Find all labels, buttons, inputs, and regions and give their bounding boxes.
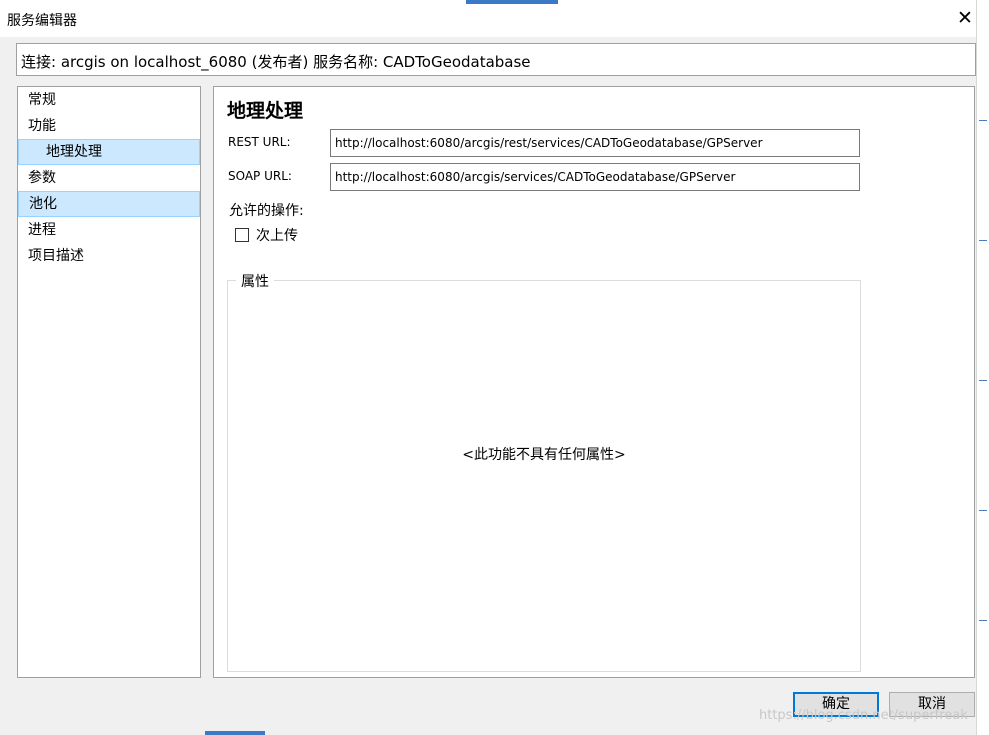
soap-url-label: SOAP URL: — [228, 169, 292, 183]
window-title: 服务编辑器 — [7, 13, 77, 29]
upload-checkbox[interactable] — [235, 228, 249, 242]
nav-item-item-description[interactable]: 项目描述 — [18, 243, 200, 269]
rest-url-field[interactable] — [330, 129, 860, 157]
close-icon[interactable]: ✕ — [950, 6, 980, 32]
background-window-edge-bottom — [205, 731, 265, 735]
connection-text: 连接: arcgis on localhost_6080 (发布者) 服务名称:… — [21, 53, 531, 71]
soap-url-field[interactable] — [330, 163, 860, 191]
upload-checkbox-label: 次上传 — [256, 228, 298, 244]
content-panel: 地理处理 REST URL: SOAP URL: 允许的操作: 次上传 属性 <… — [213, 86, 975, 678]
watermark: https://blog.csdn.net/superfreak — [759, 708, 968, 723]
properties-group-title: 属性 — [236, 271, 274, 291]
nav-item-capabilities[interactable]: 功能 — [18, 113, 200, 139]
nav-item-parameters[interactable]: 参数 — [18, 165, 200, 191]
properties-group: 属性 <此功能不具有任何属性> — [227, 271, 861, 672]
page-title: 地理处理 — [227, 100, 304, 122]
title-bar: 服务编辑器 ✕ — [0, 0, 976, 37]
properties-empty-message: <此功能不具有任何属性> — [462, 447, 626, 463]
settings-nav: 常规 功能 地理处理 参数 池化 进程 项目描述 — [17, 86, 201, 678]
allowed-operations-label: 允许的操作: — [229, 203, 304, 219]
nav-item-general[interactable]: 常规 — [18, 87, 200, 113]
soap-url-input[interactable] — [331, 164, 859, 190]
nav-item-geoprocessing[interactable]: 地理处理 — [18, 139, 200, 165]
nav-item-pooling[interactable]: 池化 — [18, 191, 200, 217]
rest-url-input[interactable] — [331, 130, 859, 156]
connection-info-box: 连接: arcgis on localhost_6080 (发布者) 服务名称:… — [16, 43, 976, 76]
background-window-strip — [976, 0, 989, 735]
rest-url-label: REST URL: — [228, 135, 291, 149]
nav-item-processes[interactable]: 进程 — [18, 217, 200, 243]
background-window-edge — [466, 0, 558, 4]
